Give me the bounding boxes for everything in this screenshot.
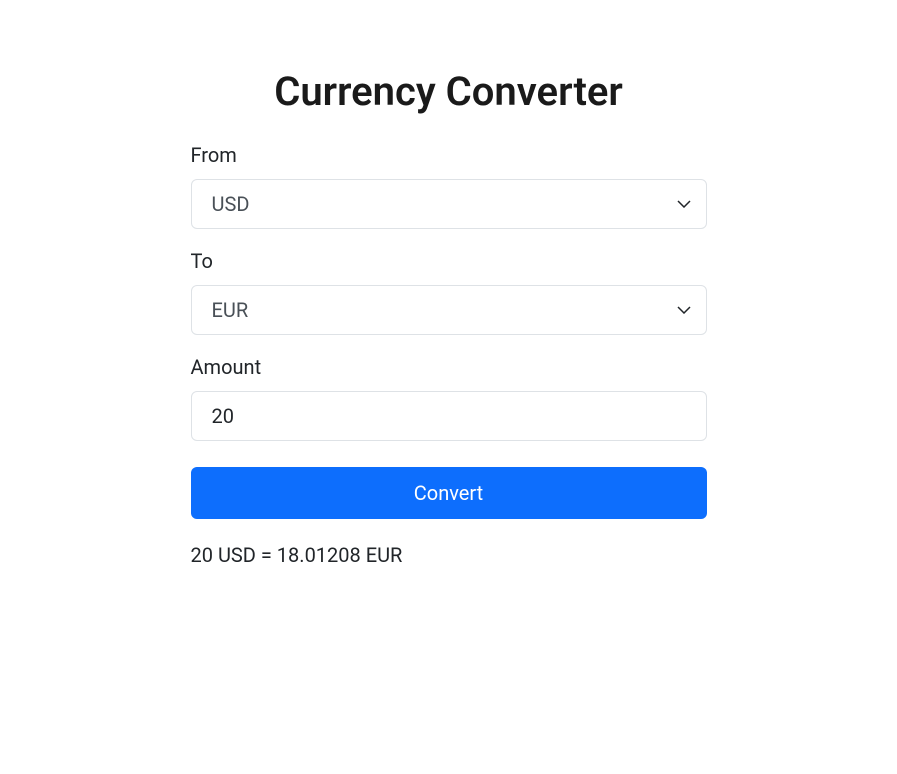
- from-select-wrapper: USD: [191, 179, 707, 229]
- converter-container: Currency Converter From USD To EUR: [179, 68, 719, 567]
- from-currency-select[interactable]: USD: [191, 179, 707, 229]
- page-title: Currency Converter: [191, 68, 707, 115]
- to-group: To EUR: [191, 249, 707, 335]
- from-label: From: [191, 143, 707, 167]
- to-currency-select[interactable]: EUR: [191, 285, 707, 335]
- convert-button[interactable]: Convert: [191, 467, 707, 519]
- amount-label: Amount: [191, 355, 707, 379]
- result-text: 20 USD = 18.01208 EUR: [191, 543, 707, 567]
- from-group: From USD: [191, 143, 707, 229]
- amount-group: Amount: [191, 355, 707, 441]
- amount-input[interactable]: [191, 391, 707, 441]
- to-label: To: [191, 249, 707, 273]
- to-select-wrapper: EUR: [191, 285, 707, 335]
